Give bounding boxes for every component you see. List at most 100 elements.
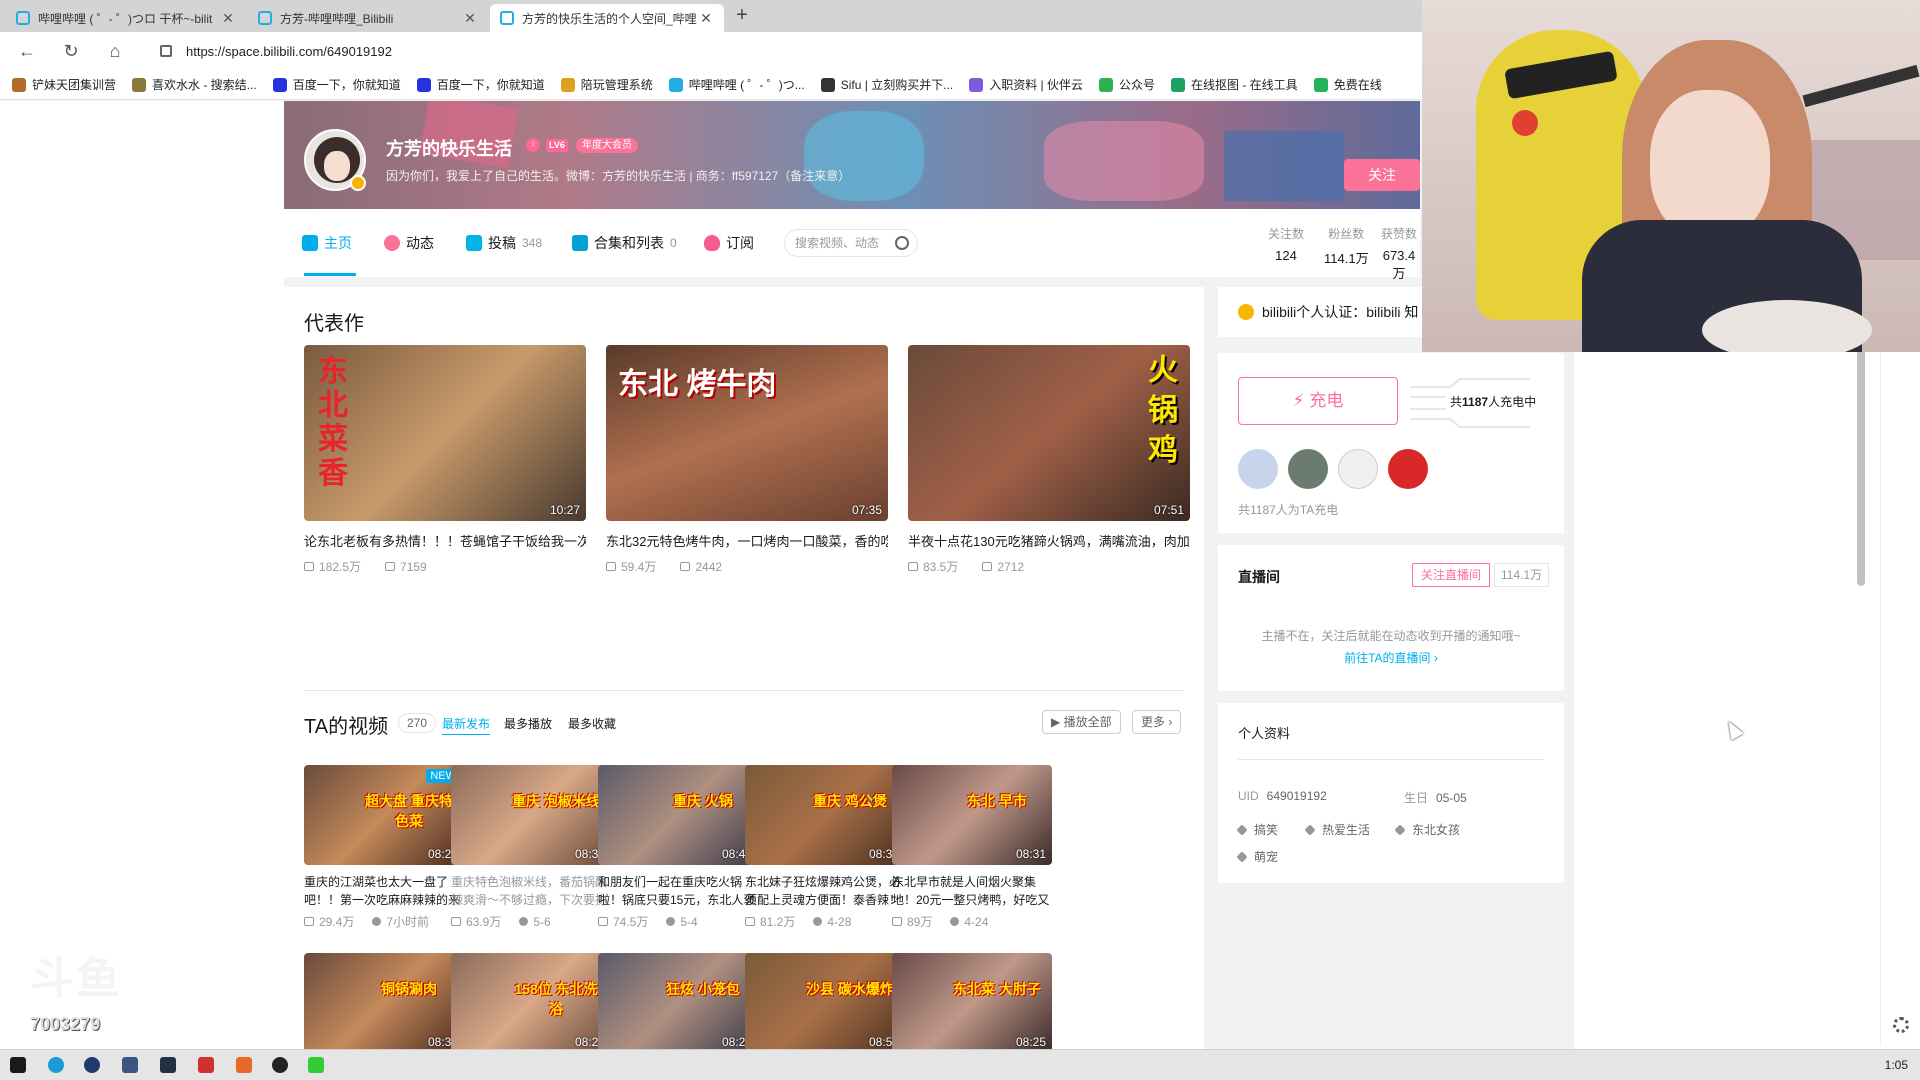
view-count: 29.4万 <box>304 913 354 930</box>
reload-icon[interactable]: ↻ <box>58 38 84 64</box>
video-card[interactable]: 重庆 鸡公煲 08:31 东北妹子狂炫爆辣鸡公煲，必须配上灵魂方便面！泰香辣！ 81.… <box>745 765 905 930</box>
back-icon[interactable]: ← <box>14 38 40 64</box>
bookmark-label: 铲妹天团集训营 <box>32 78 117 92</box>
sort-newest[interactable]: 最新发布 <box>442 715 491 735</box>
search-icon[interactable] <box>895 236 909 250</box>
video-thumbnail[interactable]: 东北菜 大肘子 08:25 <box>892 953 1052 1053</box>
masterpiece-card[interactable]: 东北菜 香 10:27 论东北老板有多热情！！！苍蝇馆子干饭给我一次社 182.… <box>304 345 586 575</box>
profile-tag[interactable]: 东北女孩 <box>1394 821 1460 838</box>
bilibili-tab-icon <box>258 11 272 25</box>
charge-button[interactable]: ⚡ 充电 <box>1238 377 1398 425</box>
video-title[interactable]: 重庆的江湖菜也太大一盘了吧！！第一次吃麻麻辣辣的来 <box>304 873 464 909</box>
wechat-icon[interactable] <box>308 1057 324 1073</box>
date-text: 7小时前 <box>386 915 430 929</box>
go-live-room-link[interactable]: 前往TA的直播间 › <box>1218 649 1564 666</box>
bookmark-item[interactable]: 百度一下，你就知道 <box>272 76 401 93</box>
tab-subscriptions[interactable]: 订阅 <box>704 209 754 277</box>
browser-tab-space[interactable]: 方芳的快乐生活的个人空间_哔哩 ✕ <box>490 4 724 32</box>
video-thumbnail[interactable]: 东北 早市 08:31 <box>892 765 1052 865</box>
stat-followers[interactable]: 粉丝数 114.1万 <box>1324 225 1369 267</box>
video-meta: 81.2万 4-28 <box>745 913 905 930</box>
edge-icon[interactable] <box>48 1057 64 1073</box>
video-thumbnail[interactable]: 火锅鸡 07:51 <box>908 345 1190 521</box>
obs-icon[interactable] <box>272 1057 288 1073</box>
bookmark-item[interactable]: 喜欢水水 - 搜索结... <box>132 76 257 93</box>
profile-tag[interactable]: 萌宠 <box>1236 848 1278 865</box>
follow-live-button[interactable]: 关注直播间 <box>1412 563 1491 587</box>
video-title[interactable]: 东北早市就是人间烟火聚集地！20元一整只烤鸭，好吃又 <box>892 873 1052 909</box>
bookmark-item[interactable]: 哔哩哔哩 ( ゜- ゜)つ... <box>668 76 805 93</box>
close-tab-icon[interactable]: ✕ <box>698 10 714 27</box>
browser-tab-bilibili-home[interactable]: 哔哩哔哩 ( ゜- ゜)つロ 干杯~-bilit ✕ <box>6 4 246 32</box>
video-thumbnail[interactable]: 超大盘 重庆特色菜 NEW 08:20 <box>304 765 464 865</box>
video-thumbnail[interactable]: 狂炫 小笼包 08:24 <box>598 953 758 1053</box>
home-icon[interactable]: ⌂ <box>102 38 128 64</box>
space-search-input[interactable]: 搜索视频、动态 <box>784 229 918 257</box>
bookmark-item[interactable]: 入职资料 | 伙伴云 <box>969 76 1083 93</box>
app-icon[interactable] <box>122 1057 138 1073</box>
video-card[interactable]: 重庆 泡椒米线 08:38 重庆特色泡椒米线，番茄锅酸辣爽滑～不够过瘾，下次要挑 63… <box>451 765 611 930</box>
video-title[interactable]: 东北妹子狂炫爆辣鸡公煲，必须配上灵魂方便面！泰香辣！ <box>745 873 905 909</box>
bookmark-item[interactable]: 在线抠图 - 在线工具 <box>1171 76 1298 93</box>
supporter-avatar[interactable] <box>1288 449 1328 489</box>
video-thumbnail[interactable]: 东北菜 香 10:27 <box>304 345 586 521</box>
bookmark-item[interactable]: 免费在线 <box>1313 76 1382 93</box>
url-input[interactable]: https://space.bilibili.com/649019192 <box>146 37 1416 65</box>
video-title[interactable]: 重庆特色泡椒米线，番茄锅酸辣爽滑～不够过瘾，下次要挑 <box>451 873 611 909</box>
bookmark-item[interactable]: Sifu | 立刻购买并下... <box>820 76 953 93</box>
play-all-button[interactable]: ▶ 播放全部 <box>1042 710 1121 734</box>
birthday-value: 05-05 <box>1436 791 1467 805</box>
app-icon[interactable] <box>84 1057 100 1073</box>
windows-start-icon[interactable] <box>10 1057 26 1073</box>
bookmark-item[interactable]: 公众号 <box>1099 76 1155 93</box>
tab-home[interactable]: 主页 <box>302 209 352 277</box>
stat-following[interactable]: 关注数 124 <box>1268 225 1304 263</box>
bookmark-item[interactable]: 铲妹天团集训营 <box>12 76 116 93</box>
tab-dynamic[interactable]: 动态 <box>384 209 434 277</box>
sort-most-played[interactable]: 最多播放 <box>504 715 552 732</box>
close-tab-icon[interactable]: ✕ <box>462 10 478 27</box>
new-tab-button[interactable]: + <box>730 4 754 28</box>
netease-music-icon[interactable] <box>198 1057 214 1073</box>
app-icon[interactable] <box>236 1057 252 1073</box>
video-thumbnail[interactable]: 沙县 碳水爆炸 08:55 <box>745 953 905 1053</box>
video-title[interactable]: 论东北老板有多热情！！！苍蝇馆子干饭给我一次社 <box>304 531 586 550</box>
supporter-avatar[interactable] <box>1338 449 1378 489</box>
video-thumbnail[interactable]: 重庆 泡椒米线 08:38 <box>451 765 611 865</box>
danmaku-icon <box>982 562 993 571</box>
publish-date: 4-24 <box>950 913 988 930</box>
follow-button[interactable]: 关注 <box>1344 159 1420 191</box>
video-title[interactable]: 半夜十点花130元吃猪蹄火锅鸡，满嘴流油，肉加上 <box>908 531 1190 550</box>
video-thumbnail[interactable]: 重庆 火锅 08:45 <box>598 765 758 865</box>
video-thumbnail[interactable]: 铜锅涮肉 08:37 <box>304 953 464 1053</box>
tab-collections[interactable]: 合集和列表 0 <box>572 209 677 277</box>
bookmark-item[interactable]: 陪玩管理系统 <box>560 76 653 93</box>
video-card[interactable]: 超大盘 重庆特色菜 NEW 08:20 重庆的江湖菜也太大一盘了吧！！第一次吃麻麻辣辣… <box>304 765 464 930</box>
view-count: 182.5万 <box>304 558 361 575</box>
profile-tag[interactable]: 热爱生活 <box>1304 821 1370 838</box>
video-title[interactable]: 东北32元特色烤牛肉，一口烤肉一口酸菜，香的吃了 <box>606 531 888 550</box>
tag-icon <box>1236 823 1248 836</box>
gear-icon[interactable] <box>1893 1017 1909 1033</box>
video-thumbnail[interactable]: 158位 东北洗浴 08:27 <box>451 953 611 1053</box>
browser-tab-fangfang[interactable]: 方芳-哔哩哔哩_Bilibili ✕ <box>248 4 488 32</box>
video-card[interactable]: 重庆 火锅 08:45 和朋友们一起在重庆吃火锅啦！锅底只要15元，东北人褒 74.5… <box>598 765 758 930</box>
supporter-avatar[interactable] <box>1238 449 1278 489</box>
bookmark-item[interactable]: 百度一下，你就知道 <box>416 76 545 93</box>
app-icon[interactable] <box>160 1057 176 1073</box>
masterpiece-card[interactable]: 火锅鸡 07:51 半夜十点花130元吃猪蹄火锅鸡，满嘴流油，肉加上 83.5万… <box>908 345 1190 575</box>
video-card[interactable]: 东北 早市 08:31 东北早市就是人间烟火聚集地！20元一整只烤鸭，好吃又 89万 4… <box>892 765 1052 930</box>
video-thumbnail[interactable]: 东北 烤牛肉 07:35 <box>606 345 888 521</box>
birthday-field: 生日 05-05 <box>1404 789 1467 806</box>
more-button[interactable]: 更多 › <box>1132 710 1182 734</box>
profile-tag[interactable]: 搞笑 <box>1236 821 1278 838</box>
close-tab-icon[interactable]: ✕ <box>220 10 236 27</box>
masterpiece-card[interactable]: 东北 烤牛肉 07:35 东北32元特色烤牛肉，一口烤肉一口酸菜，香的吃了 59… <box>606 345 888 575</box>
video-thumbnail[interactable]: 重庆 鸡公煲 08:31 <box>745 765 905 865</box>
tab-label: 方芳-哔哩哔哩_Bilibili <box>280 11 394 26</box>
supporter-avatar[interactable] <box>1388 449 1428 489</box>
auth-text: bilibili个人认证：bilibili 知 <box>1262 304 1419 320</box>
video-title[interactable]: 和朋友们一起在重庆吃火锅啦！锅底只要15元，东北人褒 <box>598 873 758 909</box>
tab-uploads[interactable]: 投稿 348 <box>466 209 542 277</box>
sort-most-favorited[interactable]: 最多收藏 <box>568 715 616 732</box>
